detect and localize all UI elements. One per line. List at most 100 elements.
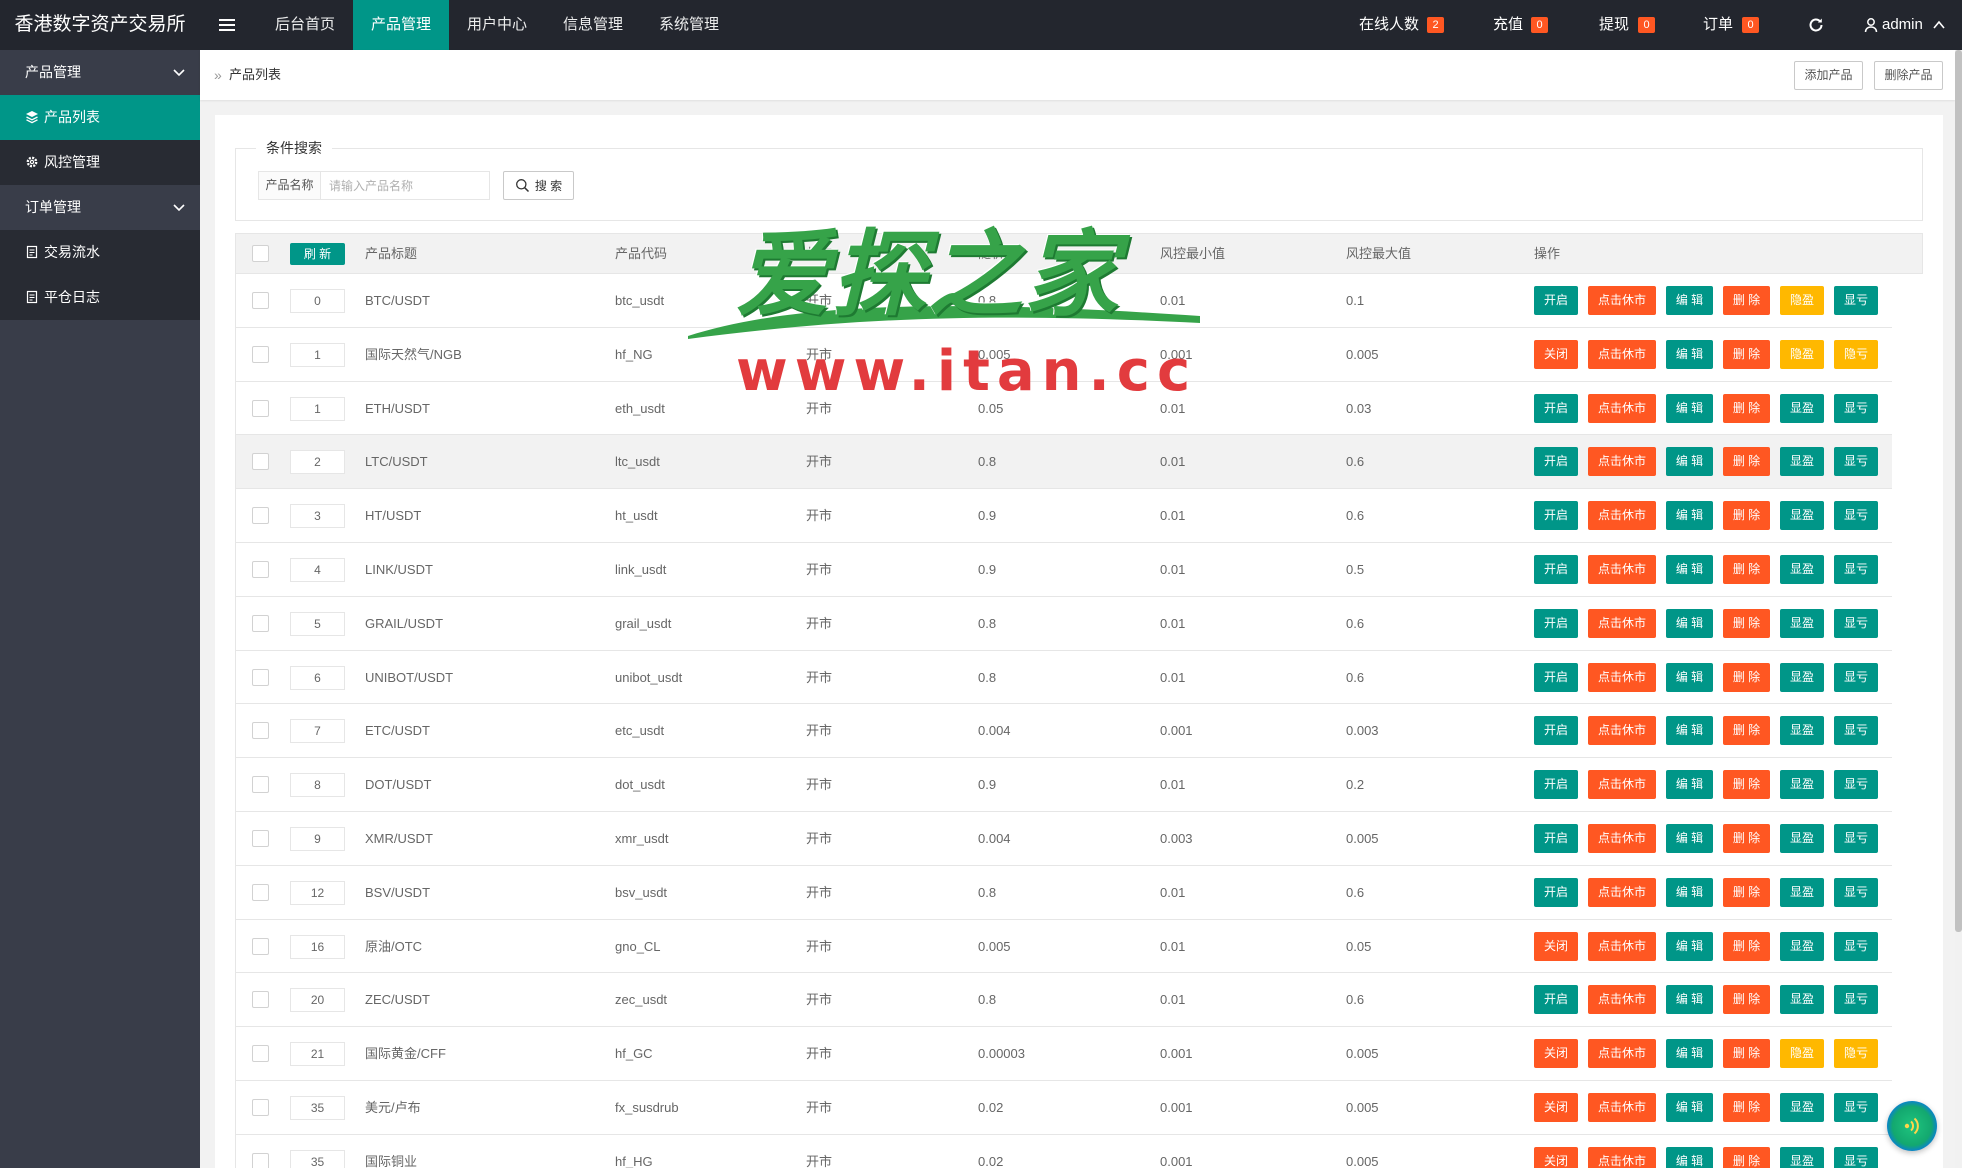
delete-button[interactable]: 删 除 — [1723, 1039, 1770, 1069]
delete-button[interactable]: 删 除 — [1723, 770, 1770, 800]
search-button[interactable]: 搜 索 — [503, 171, 574, 200]
edit-button[interactable]: 编 辑 — [1666, 985, 1713, 1015]
close-market-button[interactable]: 点击休市 — [1588, 662, 1656, 692]
nav-withdraw[interactable]: 提现 — [1599, 0, 1629, 50]
profit-visibility-button[interactable]: 显盈 — [1780, 662, 1824, 692]
row-checkbox[interactable] — [252, 883, 269, 901]
nav-online-users[interactable]: 在线人数 — [1359, 0, 1419, 50]
edit-button[interactable]: 编 辑 — [1666, 286, 1713, 315]
toggle-button[interactable]: 关闭 — [1534, 1039, 1578, 1069]
toggle-button[interactable]: 开启 — [1534, 554, 1578, 584]
close-market-button[interactable]: 点击休市 — [1588, 877, 1656, 907]
close-market-button[interactable]: 点击休市 — [1588, 770, 1656, 800]
loss-visibility-button[interactable]: 显亏 — [1834, 447, 1878, 477]
profit-visibility-button[interactable]: 显盈 — [1780, 716, 1824, 746]
profit-visibility-button[interactable]: 显盈 — [1780, 447, 1824, 477]
row-checkbox[interactable] — [252, 991, 269, 1009]
row-checkbox[interactable] — [252, 292, 269, 309]
toggle-button[interactable]: 开启 — [1534, 286, 1578, 315]
delete-button[interactable]: 删 除 — [1723, 339, 1770, 369]
delete-button[interactable]: 删 除 — [1723, 393, 1770, 423]
edit-button[interactable]: 编 辑 — [1666, 339, 1713, 369]
sort-input[interactable] — [290, 665, 345, 690]
close-market-button[interactable]: 点击休市 — [1588, 339, 1656, 369]
loss-visibility-button[interactable]: 显亏 — [1834, 716, 1878, 746]
close-market-button[interactable]: 点击休市 — [1588, 393, 1656, 423]
close-market-button[interactable]: 点击休市 — [1588, 1146, 1656, 1168]
loss-visibility-button[interactable]: 显亏 — [1834, 286, 1878, 315]
delete-button[interactable]: 删 除 — [1723, 1092, 1770, 1122]
user-icon[interactable] — [1864, 16, 1878, 34]
chevron-up-icon[interactable] — [1932, 16, 1946, 34]
loss-visibility-button[interactable]: 显亏 — [1834, 501, 1878, 531]
delete-button[interactable]: 删 除 — [1723, 1146, 1770, 1168]
close-market-button[interactable]: 点击休市 — [1588, 1092, 1656, 1122]
row-checkbox[interactable] — [252, 937, 269, 955]
delete-button[interactable]: 删 除 — [1723, 823, 1770, 853]
nav-users[interactable]: 用户中心 — [449, 0, 545, 50]
toggle-button[interactable]: 开启 — [1534, 393, 1578, 423]
delete-button[interactable]: 删 除 — [1723, 608, 1770, 638]
delete-button[interactable]: 删 除 — [1723, 447, 1770, 477]
delete-button[interactable]: 删 除 — [1723, 716, 1770, 746]
sort-input[interactable] — [290, 504, 345, 529]
profit-visibility-button[interactable]: 显盈 — [1780, 823, 1824, 853]
row-checkbox[interactable] — [252, 453, 269, 471]
nav-info[interactable]: 信息管理 — [545, 0, 641, 50]
edit-button[interactable]: 编 辑 — [1666, 447, 1713, 477]
sort-input[interactable] — [290, 880, 345, 905]
nav-system[interactable]: 系统管理 — [641, 0, 737, 50]
loss-visibility-button[interactable]: 隐亏 — [1834, 1039, 1878, 1069]
loss-visibility-button[interactable]: 显亏 — [1834, 1146, 1878, 1168]
edit-button[interactable]: 编 辑 — [1666, 877, 1713, 907]
close-market-button[interactable]: 点击休市 — [1588, 985, 1656, 1015]
toggle-button[interactable]: 关闭 — [1534, 931, 1578, 961]
profit-visibility-button[interactable]: 隐盈 — [1780, 339, 1824, 369]
close-market-button[interactable]: 点击休市 — [1588, 716, 1656, 746]
edit-button[interactable]: 编 辑 — [1666, 823, 1713, 853]
profit-visibility-button[interactable]: 显盈 — [1780, 1092, 1824, 1122]
close-market-button[interactable]: 点击休市 — [1588, 286, 1656, 315]
edit-button[interactable]: 编 辑 — [1666, 1146, 1713, 1168]
loss-visibility-button[interactable]: 显亏 — [1834, 393, 1878, 423]
toggle-button[interactable]: 关闭 — [1534, 1092, 1578, 1122]
profit-visibility-button[interactable]: 显盈 — [1780, 554, 1824, 584]
select-all-checkbox[interactable] — [252, 245, 269, 262]
sidebar-item-transactions[interactable]: 交易流水 — [0, 230, 200, 275]
sidebar-item-product-list[interactable]: 产品列表 — [0, 95, 200, 140]
sort-input[interactable] — [290, 934, 345, 959]
loss-visibility-button[interactable]: 显亏 — [1834, 877, 1878, 907]
edit-button[interactable]: 编 辑 — [1666, 931, 1713, 961]
edit-button[interactable]: 编 辑 — [1666, 662, 1713, 692]
sort-input[interactable] — [290, 826, 345, 851]
row-checkbox[interactable] — [252, 614, 269, 632]
nav-products[interactable]: 产品管理 — [353, 0, 449, 50]
edit-button[interactable]: 编 辑 — [1666, 501, 1713, 531]
edit-button[interactable]: 编 辑 — [1666, 716, 1713, 746]
loss-visibility-button[interactable]: 显亏 — [1834, 662, 1878, 692]
sort-input[interactable] — [290, 773, 345, 798]
toggle-button[interactable]: 开启 — [1534, 770, 1578, 800]
sort-input[interactable] — [290, 557, 345, 582]
row-checkbox[interactable] — [252, 776, 269, 794]
loss-visibility-button[interactable]: 显亏 — [1834, 770, 1878, 800]
loss-visibility-button[interactable]: 隐亏 — [1834, 339, 1878, 369]
profit-visibility-button[interactable]: 隐盈 — [1780, 1039, 1824, 1069]
close-market-button[interactable]: 点击休市 — [1588, 608, 1656, 638]
sort-input[interactable] — [290, 450, 345, 475]
profit-visibility-button[interactable]: 显盈 — [1780, 608, 1824, 638]
edit-button[interactable]: 编 辑 — [1666, 608, 1713, 638]
profit-visibility-button[interactable]: 显盈 — [1780, 1146, 1824, 1168]
sidebar-group-orders[interactable]: 订单管理 — [0, 185, 200, 230]
toggle-button[interactable]: 开启 — [1534, 823, 1578, 853]
nav-home[interactable]: 后台首页 — [257, 0, 353, 50]
refresh-icon[interactable] — [1807, 16, 1825, 34]
close-market-button[interactable]: 点击休市 — [1588, 501, 1656, 531]
nav-recharge[interactable]: 充值 — [1493, 0, 1523, 50]
edit-button[interactable]: 编 辑 — [1666, 393, 1713, 423]
profit-visibility-button[interactable]: 显盈 — [1780, 877, 1824, 907]
delete-button[interactable]: 删 除 — [1723, 985, 1770, 1015]
profit-visibility-button[interactable]: 显盈 — [1780, 985, 1824, 1015]
delete-button[interactable]: 删 除 — [1723, 662, 1770, 692]
delete-button[interactable]: 删 除 — [1723, 501, 1770, 531]
